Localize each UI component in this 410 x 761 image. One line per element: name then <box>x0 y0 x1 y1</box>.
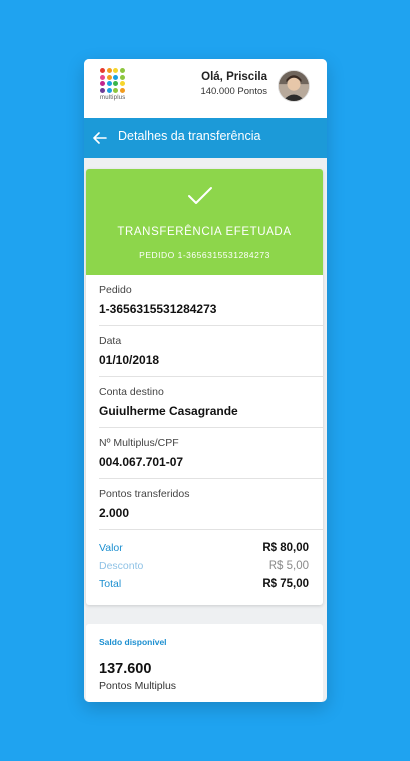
details-list: Pedido 1-3656315531284273 Data 01/10/201… <box>86 275 323 530</box>
detail-value: 01/10/2018 <box>99 353 160 367</box>
logo-dot <box>119 81 125 86</box>
transfer-card: TRANSFERÊNCIA EFETUADA PEDIDO 1-36563155… <box>86 169 323 605</box>
logo-dot <box>100 81 105 86</box>
logo-dot <box>106 68 112 73</box>
detail-row-multiplus-cpf: Nº Multiplus/CPF 004.067.701-07 <box>99 428 323 479</box>
detail-value: 004.067.701-07 <box>99 455 184 469</box>
back-arrow-icon[interactable] <box>90 128 110 148</box>
detail-label: Pedido <box>99 284 132 296</box>
balance-card: Saldo disponível 137.600 Pontos Multiplu… <box>86 624 323 702</box>
detail-label: Conta destino <box>99 386 164 398</box>
logo-dot <box>119 68 125 73</box>
totals-section: Valor R$ 80,00 Desconto R$ 5,00 Total R$… <box>86 530 323 605</box>
check-icon <box>188 187 212 204</box>
logo-dot <box>100 68 105 73</box>
total-amount: R$ 75,00 <box>262 578 309 590</box>
detail-label: Pontos transferidos <box>99 488 190 500</box>
detail-value: 2.000 <box>99 506 130 520</box>
detail-row-pedido: Pedido 1-3656315531284273 <box>99 275 323 326</box>
detail-value: 1-3656315531284273 <box>99 302 217 316</box>
logo-dot <box>100 74 105 80</box>
total-label: Total <box>99 578 122 590</box>
balance-label: Saldo disponível <box>99 637 167 647</box>
logo-dot <box>113 68 118 73</box>
detail-row-pontos: Pontos transferidos 2.000 <box>99 479 323 530</box>
valor-label: Valor <box>99 542 123 554</box>
logo-dot <box>119 74 125 80</box>
avatar-photo-icon <box>279 71 309 101</box>
detail-value: Guiulherme Casagrande <box>99 404 238 418</box>
logo-text: multiplus <box>100 94 126 101</box>
multiplus-logo[interactable]: multiplus <box>100 68 130 101</box>
app-screen: multiplus Olá, Priscila 140.000 Pontos D… <box>84 59 327 702</box>
logo-dot <box>113 81 118 86</box>
status-title: TRANSFERÊNCIA EFETUADA <box>117 226 292 238</box>
page-header: Detalhes da transferência <box>84 118 327 158</box>
logo-dot <box>106 87 112 93</box>
logo-dot <box>100 87 105 93</box>
avatar[interactable] <box>278 70 310 102</box>
total-line: Total R$ 75,00 <box>99 575 309 593</box>
detail-row-data: Data 01/10/2018 <box>99 326 323 377</box>
desconto-label: Desconto <box>99 560 144 572</box>
logo-dot <box>106 81 112 86</box>
user-greeting: Olá, Priscila 140.000 Pontos <box>200 71 267 97</box>
user-points: 140.000 Pontos <box>200 86 267 97</box>
logo-dot <box>113 87 118 93</box>
logo-dots <box>100 68 130 93</box>
status-banner: TRANSFERÊNCIA EFETUADA PEDIDO 1-36563155… <box>86 169 323 275</box>
logo-dot <box>106 74 112 80</box>
balance-value: 137.600 <box>99 661 152 677</box>
status-order-ref: PEDIDO 1-3656315531284273 <box>139 250 270 260</box>
user-name: Olá, Priscila <box>201 71 267 83</box>
detail-label: Nº Multiplus/CPF <box>99 437 179 449</box>
logo-dot <box>113 74 118 80</box>
top-bar: multiplus Olá, Priscila 140.000 Pontos <box>84 59 327 118</box>
page-title: Detalhes da transferência <box>118 129 261 143</box>
desconto-amount: R$ 5,00 <box>268 560 309 572</box>
detail-row-conta-destino: Conta destino Guiulherme Casagrande <box>99 377 323 428</box>
desconto-line: Desconto R$ 5,00 <box>99 557 309 575</box>
logo-dot <box>119 87 125 93</box>
balance-unit: Pontos Multiplus <box>99 680 177 692</box>
detail-label: Data <box>99 335 122 347</box>
valor-line: Valor R$ 80,00 <box>99 539 309 557</box>
valor-amount: R$ 80,00 <box>262 542 309 554</box>
